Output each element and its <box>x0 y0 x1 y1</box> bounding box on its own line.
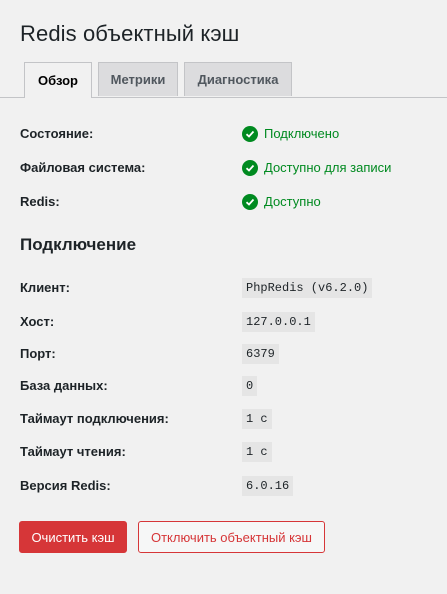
tab-overview[interactable]: Обзор <box>24 62 92 98</box>
connection-value: 6379 <box>242 344 279 364</box>
connection-label: Версия Redis: <box>20 478 111 493</box>
status-value: Подключено <box>242 124 339 144</box>
check-circle-icon <box>242 160 258 176</box>
status-text: Подключено <box>264 126 340 141</box>
connection-value: 1 с <box>242 442 272 462</box>
tab-bar: Обзор Метрики Диагностика <box>0 62 447 98</box>
check-circle-icon <box>242 194 258 210</box>
status-label: Redis: <box>20 194 60 209</box>
connection-value: PhpRedis (v6.2.0) <box>242 278 373 298</box>
connection-label: Порт: <box>20 346 56 361</box>
flush-cache-button[interactable]: Очистить кэш <box>19 521 127 553</box>
connection-value: 6.0.16 <box>242 476 294 496</box>
status-label: Файловая система: <box>20 160 146 175</box>
connection-label: Таймаут подключения: <box>20 411 169 426</box>
connection-label: База данных: <box>20 378 108 393</box>
page-title: Redis объектный кэш <box>20 21 240 46</box>
tab-metrics[interactable]: Метрики <box>98 62 178 96</box>
connection-heading: Подключение <box>20 235 137 254</box>
connection-value: 0 <box>242 376 258 396</box>
connection-label: Таймаут чтения: <box>20 444 126 459</box>
status-value: Доступно для записи <box>242 158 391 178</box>
disable-object-cache-button[interactable]: Отключить объектный кэш <box>138 521 325 553</box>
check-circle-icon <box>242 126 258 142</box>
connection-value: 1 с <box>242 409 272 429</box>
status-label: Состояние: <box>20 126 94 141</box>
tab-diagnostics[interactable]: Диагностика <box>184 62 292 96</box>
connection-label: Хост: <box>20 314 55 329</box>
status-text: Доступно <box>264 194 321 209</box>
status-value: Доступно <box>242 192 321 212</box>
connection-value: 127.0.0.1 <box>242 312 315 332</box>
status-text: Доступно для записи <box>264 160 392 175</box>
connection-label: Клиент: <box>20 280 70 295</box>
